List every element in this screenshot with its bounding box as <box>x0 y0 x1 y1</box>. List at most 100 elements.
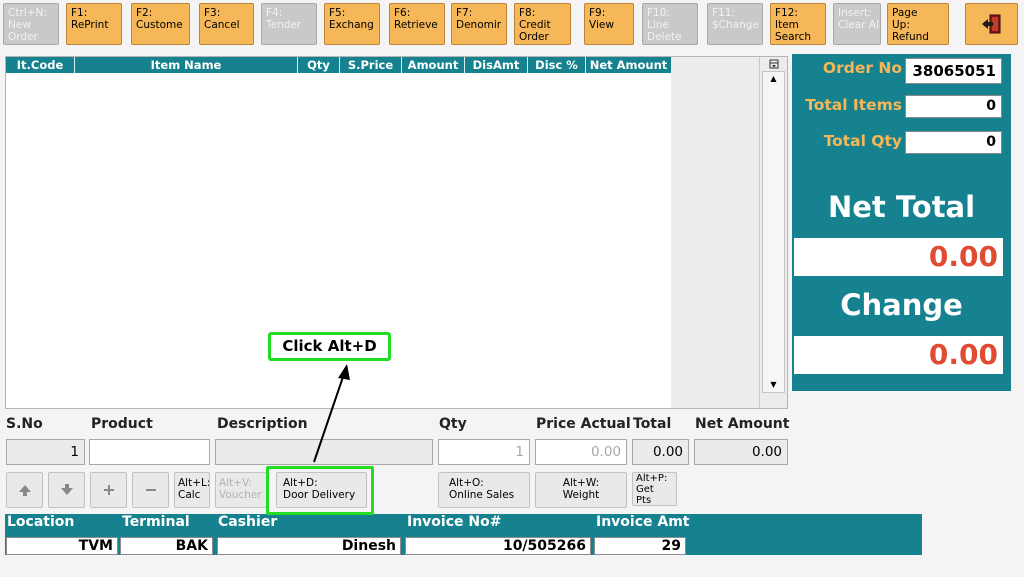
line-delete-label-2: Line <box>647 19 669 31</box>
exit-button[interactable] <box>965 3 1018 45</box>
voucher-button[interactable]: Alt+V: Voucher <box>215 472 267 508</box>
scroll-down-icon[interactable]: ▼ <box>763 378 784 392</box>
cancel-label-1: F3: <box>204 7 221 19</box>
credit-order-label-2: Credit <box>519 19 551 31</box>
item-search-button[interactable]: F12: Item Search <box>770 3 826 45</box>
online-sales-shortcut: Alt+O: <box>449 477 484 489</box>
scroll-track[interactable]: ▲ ▼ <box>762 71 785 393</box>
refund-button[interactable]: Page Up: Refund <box>887 3 949 45</box>
cancel-button[interactable]: F3: Cancel <box>199 3 254 45</box>
change-button[interactable]: F11: $Change <box>707 3 763 45</box>
calc-button[interactable]: Alt+L: Calc <box>174 472 210 508</box>
grid-scrollbar[interactable]: ▲ ▼ <box>759 57 787 408</box>
col-disc-pct[interactable]: Disc % <box>528 57 586 73</box>
reprint-button[interactable]: F1: RePrint <box>66 3 122 45</box>
net-total-value: 0.00 <box>794 238 1003 276</box>
line-delete-label-1: F10: <box>647 7 670 19</box>
refund-label-3: Refund <box>892 31 929 43</box>
exchange-button[interactable]: F5: Exchang <box>324 3 380 45</box>
view-label-1: F9: <box>589 7 606 19</box>
line-delete-label-3: Delete <box>647 31 682 43</box>
item-search-label-1: F12: <box>775 7 798 19</box>
calc-shortcut: Alt+L: <box>178 477 210 489</box>
denomination-label-2: Denomir <box>456 19 502 31</box>
col-qty[interactable]: Qty <box>298 57 340 73</box>
price-actual-label: Price Actual <box>536 416 631 432</box>
total-field: 0.00 <box>632 439 689 465</box>
plus-icon <box>103 485 114 495</box>
customer-button[interactable]: F2: Custome <box>131 3 190 45</box>
col-amount[interactable]: Amount <box>402 57 465 73</box>
invoice-amt-value: 29 <box>594 537 686 555</box>
customer-label-2: Custome <box>136 19 183 31</box>
col-it-code[interactable]: It.Code <box>6 57 75 73</box>
line-delete-button[interactable]: F10: Line Delete <box>642 3 698 45</box>
tender-label-2: Tender <box>266 19 302 31</box>
col-item-name[interactable]: Item Name <box>75 57 298 73</box>
view-label-2: View <box>589 19 614 31</box>
sno-field: 1 <box>6 439 85 465</box>
total-items-label: Total Items <box>805 96 902 114</box>
clear-all-label-1: Insert: <box>838 7 872 19</box>
scroll-up-icon[interactable]: ▲ <box>763 72 784 86</box>
order-no-label: Order No <box>822 59 902 77</box>
online-sales-button[interactable]: Alt+O: Online Sales <box>438 472 530 508</box>
online-sales-label: Online Sales <box>449 489 515 501</box>
get-points-button[interactable]: Alt+P: Get Pts <box>632 472 677 506</box>
column-chooser-icon[interactable] <box>760 57 787 71</box>
qty-input[interactable]: 1 <box>438 439 530 465</box>
voucher-shortcut: Alt+V: <box>219 477 252 489</box>
col-s-price[interactable]: S.Price <box>340 57 402 73</box>
reprint-label-2: RePrint <box>71 19 109 31</box>
total-qty-value: 0 <box>905 131 1002 154</box>
move-up-button[interactable] <box>6 472 43 508</box>
net-total-label: Net Total <box>827 190 976 224</box>
status-bar: Location TVM Terminal BAK Cashier Dinesh… <box>5 514 922 555</box>
terminal-label: Terminal <box>122 514 190 530</box>
credit-order-button[interactable]: F8: Credit Order <box>514 3 571 45</box>
denomination-label-1: F7: <box>456 7 473 19</box>
get-points-label: Get <box>636 484 654 495</box>
add-qty-button[interactable] <box>90 472 127 508</box>
weight-label: Weight <box>562 489 600 501</box>
tender-button[interactable]: F4: Tender <box>261 3 317 45</box>
invoice-amt-label: Invoice Amt <box>596 514 690 530</box>
clear-all-button[interactable]: Insert: Clear All <box>833 3 881 45</box>
voucher-label: Voucher <box>219 489 262 501</box>
change-label: Change <box>840 288 963 322</box>
col-disamt[interactable]: DisAmt <box>465 57 528 73</box>
invoice-no-value: 10/505266 <box>405 537 591 555</box>
denomination-button[interactable]: F7: Denomir <box>451 3 507 45</box>
tender-label-1: F4: <box>266 7 283 19</box>
description-field <box>215 439 433 465</box>
weight-button[interactable]: Alt+W: Weight <box>535 472 627 508</box>
location-label: Location <box>7 514 75 530</box>
view-button[interactable]: F9: View <box>584 3 634 45</box>
qty-label: Qty <box>439 416 467 432</box>
item-search-label-2: Item <box>775 19 799 31</box>
refund-label-2: Up: <box>892 19 910 31</box>
new-order-label-2: New <box>8 19 31 31</box>
exit-icon <box>981 14 1000 34</box>
reprint-label-1: F1: <box>71 7 88 19</box>
callout-label: Click Alt+D <box>268 332 391 361</box>
retrieve-button[interactable]: F6: Retrieve <box>389 3 445 45</box>
net-amount-label: Net Amount <box>695 416 790 432</box>
door-delivery-highlight <box>266 466 374 515</box>
items-grid[interactable]: It.Code Item Name Qty S.Price Amount Dis… <box>5 56 788 409</box>
remove-qty-button[interactable] <box>132 472 169 508</box>
price-actual-field: 0.00 <box>535 439 627 465</box>
new-order-button[interactable]: Ctrl+N: New Order <box>3 3 59 45</box>
minus-icon <box>145 489 156 491</box>
change-label-1: F11: <box>712 7 735 19</box>
product-input[interactable] <box>89 439 210 465</box>
customer-label-1: F2: <box>136 7 153 19</box>
get-points-label-2: Pts <box>636 495 652 506</box>
col-net-amount[interactable]: Net Amount <box>586 57 671 73</box>
order-summary-panel: Order No 38065051 Total Items 0 Total Qt… <box>792 54 1011 391</box>
move-down-button[interactable] <box>48 472 85 508</box>
exchange-label-2: Exchang <box>329 19 374 31</box>
order-no-value: 38065051 <box>905 58 1002 84</box>
clear-all-label-2: Clear All <box>838 19 881 31</box>
total-items-value: 0 <box>905 95 1002 118</box>
